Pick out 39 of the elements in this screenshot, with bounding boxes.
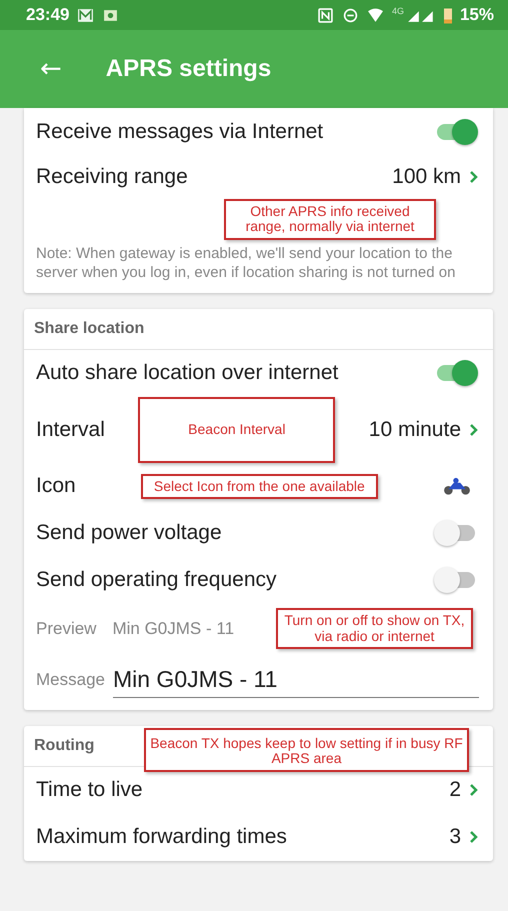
chevron-icon[interactable]	[469, 422, 480, 437]
setting-label: Receiving range	[36, 165, 188, 189]
mail-icon	[77, 8, 94, 22]
battery-icon	[444, 6, 452, 24]
setting-value: 3	[449, 825, 461, 850]
setting-label: Interval	[36, 418, 105, 442]
chevron-icon[interactable]	[469, 830, 479, 844]
setting-label: Send operating frequency	[36, 568, 277, 592]
chevron-icon[interactable]	[469, 170, 480, 184]
nfc-icon	[316, 8, 334, 22]
chevron-icon[interactable]	[469, 783, 479, 798]
section-header: Share location	[34, 320, 144, 338]
battery-percent: 15%	[460, 5, 494, 25]
setting-label: Send power voltage	[36, 521, 222, 546]
note-text: Note: When gateway is enabled, we'll send your location to the server when you log in, even if location sharing is not turned on	[36, 244, 456, 284]
annotation-callout: Beacon TX hopes keep to low setting if in busy RF APRS area	[144, 728, 469, 772]
setting-label: Maximum forwarding times	[36, 825, 287, 850]
setting-label: Time to live	[36, 778, 143, 802]
network-label: 4G	[392, 6, 404, 16]
annotation-callout: Select Icon from the one available	[140, 474, 378, 499]
annotation-callout: Beacon Interval	[138, 396, 336, 463]
do-not-disturb-icon	[342, 8, 359, 22]
preview-label: Preview	[36, 618, 96, 639]
setting-value: 100 km	[392, 165, 462, 189]
section-header: Routing	[34, 736, 94, 755]
clock: 23:49	[26, 5, 70, 25]
annotation-callout: Turn on or off to show on TX, via radio or internet	[276, 608, 473, 650]
image-icon	[102, 8, 120, 22]
setting-label: Auto share location over internet	[36, 361, 338, 386]
setting-label: Receive messages via Internet	[36, 120, 324, 144]
message-label: Message	[36, 670, 105, 690]
wifi-icon	[366, 8, 384, 22]
setting-value: 2	[449, 778, 461, 802]
preview-text: Min G0JMS - 11	[112, 618, 234, 639]
setting-value: 10 minute	[368, 418, 462, 442]
screen-title: APRS settings	[106, 55, 272, 83]
motorcycle-icon[interactable]	[443, 476, 472, 496]
annotation-callout: Other APRS info received range, normally via internet	[224, 199, 436, 240]
setting-label: Icon	[36, 474, 76, 498]
